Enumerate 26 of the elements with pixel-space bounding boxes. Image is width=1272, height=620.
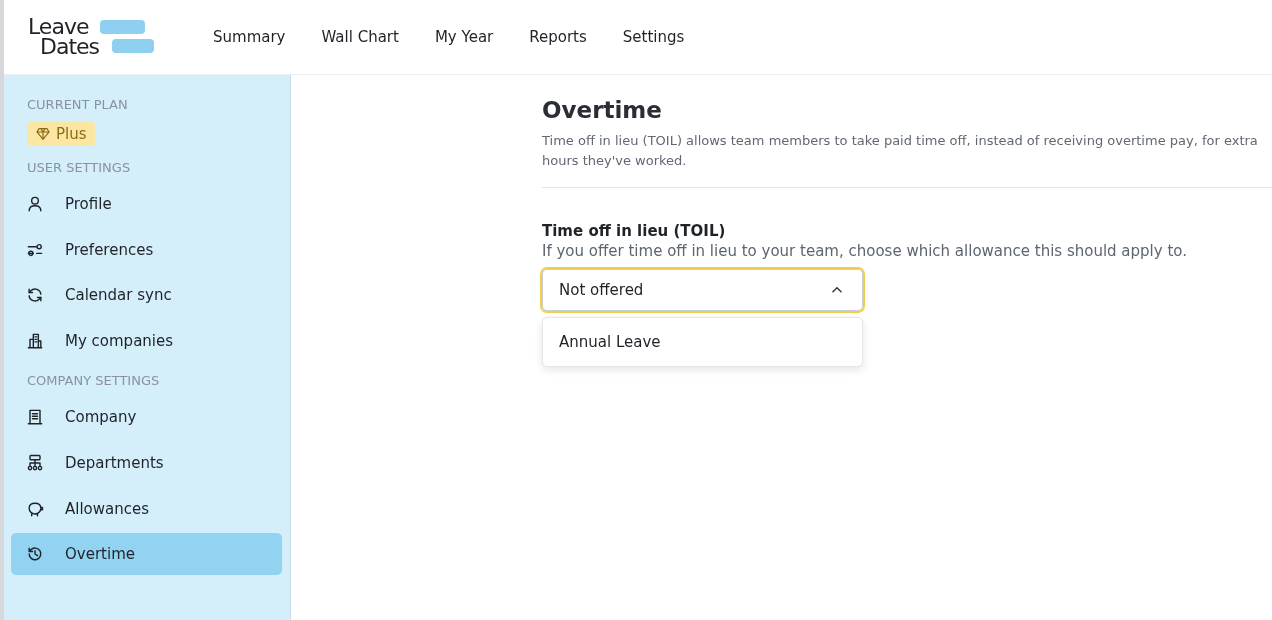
nav-link[interactable]: Settings (622, 28, 685, 46)
section-heading: COMPANY SETTINGS (26, 372, 161, 391)
sidebar-item[interactable]: Allowances (11, 487, 282, 530)
plan-name: Plus (56, 125, 87, 143)
sidebar-item[interactable]: Preferences (11, 228, 282, 271)
nav-link[interactable]: My Year (434, 28, 494, 46)
dropdown-select[interactable]: Not offered (542, 269, 863, 311)
org-chart-icon (25, 452, 45, 473)
field-help: If you offer time off in lieu to your team, choose which allowance this should apply to. (542, 242, 1188, 260)
page-description: Time off in lieu (TOIL) allows team members to take paid time off, instead of receiving overtime pay, for extra hours they've worked. (542, 132, 1259, 170)
section-heading: CURRENT PLAN (26, 96, 129, 114)
diamond-icon (35, 126, 51, 142)
field-label: Time off in lieu (TOIL) (542, 222, 727, 240)
logo[interactable]: Leave Dates (28, 17, 158, 57)
sidebar-item[interactable]: Calendar sync (11, 274, 282, 317)
nav-link[interactable]: Wall Chart (321, 28, 399, 46)
sidebar-item[interactable]: Overtime (11, 533, 282, 576)
sidebar-item[interactable]: Profile (11, 183, 282, 225)
dropdown-option[interactable]: Annual Leave (543, 318, 862, 366)
sidebar-item[interactable]: Company (11, 396, 282, 439)
sidebar-item[interactable]: My companies (11, 319, 282, 362)
nav-link[interactable]: Summary (213, 28, 286, 46)
nav-link[interactable]: Reports (529, 28, 587, 46)
page-title: Overtime (542, 97, 663, 123)
section-heading: USER SETTINGS (26, 159, 132, 177)
sidebar-item[interactable]: Departments (11, 441, 282, 484)
